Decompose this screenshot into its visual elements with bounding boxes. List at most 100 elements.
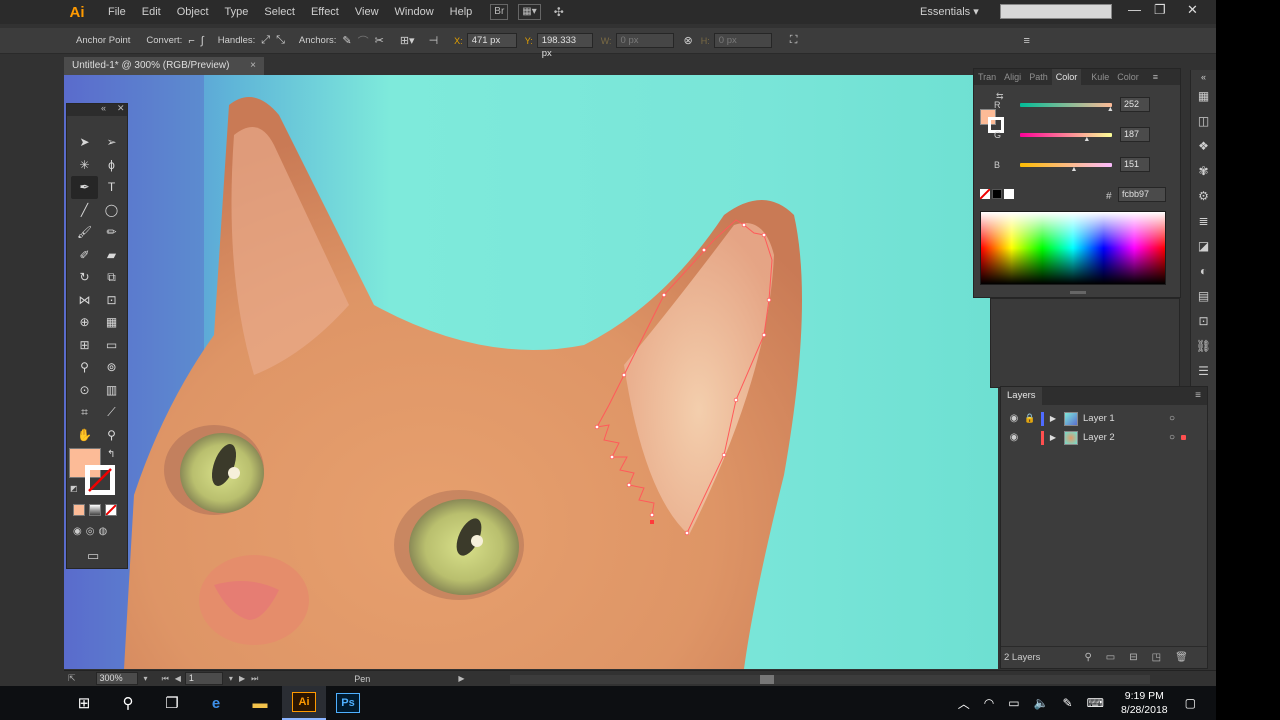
blue-slider-thumb[interactable]: ▲ <box>1070 166 1077 173</box>
tab-kuler[interactable]: Kule <box>1087 72 1113 82</box>
color-mode-icon[interactable] <box>73 504 85 516</box>
eyedropper-tool-icon[interactable]: ⚲ <box>71 356 98 379</box>
y-field[interactable]: 198.333 px <box>536 33 593 59</box>
expand-arrow-icon[interactable]: ▶ <box>1047 414 1059 423</box>
eraser-tool-icon[interactable]: ▰ <box>98 244 125 267</box>
none-mode-icon[interactable] <box>105 504 117 516</box>
menu-select[interactable]: Select <box>256 0 303 24</box>
menu-object[interactable]: Object <box>169 0 217 24</box>
locate-object-icon[interactable]: ⚲ <box>1084 652 1091 663</box>
tab-color-guide[interactable]: Color <box>1113 72 1143 82</box>
transparency-panel-icon[interactable]: ◐ <box>1191 259 1216 284</box>
first-artboard-icon[interactable]: ⏮ <box>162 674 169 684</box>
search-icon[interactable]: ⚲ <box>106 686 150 720</box>
restore-icon[interactable]: ❐ <box>1154 0 1166 20</box>
convert-smooth-icon[interactable]: ∫ <box>201 35 204 47</box>
column-graph-tool-icon[interactable]: ▥ <box>98 379 125 402</box>
layer-name[interactable]: Layer 2 <box>1083 432 1153 443</box>
menu-file[interactable]: File <box>100 0 134 24</box>
graphic-styles-panel-icon[interactable]: ✾ <box>1191 159 1216 184</box>
tab-pathfinder[interactable]: Path <box>1025 72 1052 82</box>
screen-mode-icon[interactable]: ▭ <box>87 548 99 564</box>
show-handles-icon[interactable]: ⤢ <box>261 34 270 47</box>
system-clock[interactable]: 9:19 PM 8/28/2018 <box>1121 689 1168 717</box>
show-hidden-icons-icon[interactable]: ︿ <box>958 695 970 712</box>
lock-icon[interactable]: 🔒 <box>1023 413 1037 424</box>
menu-edit[interactable]: Edit <box>134 0 169 24</box>
windows-start-icon[interactable]: ⊞ <box>62 686 106 720</box>
menu-help[interactable]: Help <box>442 0 481 24</box>
gradient-tool-icon[interactable]: ▭ <box>98 334 125 357</box>
draw-normal-icon[interactable]: ◉ <box>73 526 82 537</box>
blob-brush-tool-icon[interactable]: ✐ <box>71 244 98 267</box>
menu-type[interactable]: Type <box>217 0 257 24</box>
close-icon[interactable]: ✕ <box>1187 0 1198 20</box>
cut-path-icon[interactable]: ✂ <box>375 34 384 47</box>
draw-behind-icon[interactable]: ◎ <box>86 526 95 537</box>
w-field[interactable]: 0 px <box>615 33 674 48</box>
artboard-tool-icon[interactable]: ⌗ <box>71 401 98 424</box>
blend-tool-icon[interactable]: ⊚ <box>98 356 125 379</box>
line-tool-icon[interactable]: ╱ <box>71 199 98 222</box>
shape-builder-tool-icon[interactable]: ⊕ <box>71 311 98 334</box>
slice-tool-icon[interactable]: ⟋ <box>98 401 125 424</box>
gpu-performance-icon[interactable]: ✣ <box>551 5 567 19</box>
tab-align[interactable]: Aligi <box>1000 72 1025 82</box>
wifi-icon[interactable]: ◠ <box>984 696 994 710</box>
make-clipping-mask-icon[interactable]: ▭ <box>1106 652 1115 663</box>
selection-indicator[interactable] <box>1181 435 1187 440</box>
pencil-tool-icon[interactable]: ✏ <box>98 221 125 244</box>
connect-anchor-icon[interactable]: ⌒ <box>358 33 369 49</box>
lasso-tool-icon[interactable]: ϕ <box>98 154 125 177</box>
zoom-tool-icon[interactable]: ⚲ <box>98 424 125 447</box>
red-slider-thumb[interactable]: ▲ <box>1107 106 1114 113</box>
tab-transparency[interactable]: Tran <box>974 72 1000 82</box>
convert-corner-icon[interactable]: ⌐ <box>188 35 194 47</box>
transform-reference-icon[interactable]: ⊞▾ <box>400 34 415 47</box>
artboards-panel-icon[interactable]: ⊡ <box>1191 309 1216 334</box>
gradient-panel-icon[interactable]: ◪ <box>1191 234 1216 259</box>
artboard-field[interactable]: 1 <box>184 672 223 685</box>
black-color-icon[interactable] <box>992 189 1002 199</box>
magic-wand-tool-icon[interactable]: ✳ <box>71 154 98 177</box>
menu-view[interactable]: View <box>347 0 387 24</box>
edge-browser-icon[interactable]: e <box>194 686 238 720</box>
swap-fill-stroke-icon[interactable]: ↰ <box>107 449 115 460</box>
photoshop-taskbar-app[interactable]: Ps <box>326 686 370 720</box>
panel-menu-icon[interactable]: ≡ <box>1153 72 1158 82</box>
target-circle-icon[interactable]: ○ <box>1169 413 1175 424</box>
new-sublayer-icon[interactable]: ⊟ <box>1129 652 1137 663</box>
constrain-link-icon[interactable]: ⊗ <box>684 34 693 47</box>
close-icon[interactable]: × <box>250 57 256 75</box>
horizontal-scrollbar[interactable] <box>510 675 1150 684</box>
stroke-panel-icon[interactable]: ≣ <box>1191 209 1216 234</box>
h-field[interactable]: 0 px <box>713 33 772 48</box>
artboard-dropdown-icon[interactable]: ▾ <box>229 674 233 683</box>
visibility-eye-icon[interactable]: ◉ <box>1005 413 1023 424</box>
panel-resize-handle[interactable] <box>1070 291 1086 294</box>
hex-field[interactable]: fcbb97 <box>1118 187 1166 202</box>
minimize-icon[interactable]: — <box>1128 0 1141 20</box>
layer-row-1[interactable]: ◉ 🔒 ▶ Layer 1 ○ <box>1001 409 1207 428</box>
notifications-icon[interactable]: ▢ <box>1185 696 1196 710</box>
align-panel-icon[interactable]: ☰ <box>1191 359 1216 384</box>
pen-workspace-icon[interactable]: ✎ <box>1063 696 1073 710</box>
collapse-icon[interactable]: « <box>101 103 106 113</box>
blue-slider[interactable]: ▲ <box>1020 162 1112 173</box>
menu-effect[interactable]: Effect <box>303 0 347 24</box>
collapse-icon[interactable]: « <box>1191 70 1216 84</box>
delete-layer-icon[interactable]: 🗑 <box>1175 652 1188 663</box>
previous-artboard-icon[interactable]: ◀ <box>175 674 181 683</box>
type-tool-icon[interactable]: T <box>98 176 125 199</box>
new-layer-icon[interactable]: ◳ <box>1152 652 1161 663</box>
visibility-eye-icon[interactable]: ◉ <box>1005 432 1023 443</box>
keyboard-icon[interactable]: ⌨ <box>1087 696 1104 710</box>
none-color-icon[interactable] <box>980 189 990 199</box>
symbols-panel-icon[interactable]: ❖ <box>1191 134 1216 159</box>
illustrator-taskbar-app[interactable]: Ai <box>282 686 326 720</box>
scrollbar-thumb[interactable] <box>760 675 774 684</box>
green-slider-thumb[interactable]: ▲ <box>1083 136 1090 143</box>
swatches-panel-icon[interactable]: ▦ <box>1191 84 1216 109</box>
last-artboard-icon[interactable]: ⏭ <box>251 674 258 684</box>
tools-panel-header[interactable]: « ✕ <box>67 103 127 116</box>
